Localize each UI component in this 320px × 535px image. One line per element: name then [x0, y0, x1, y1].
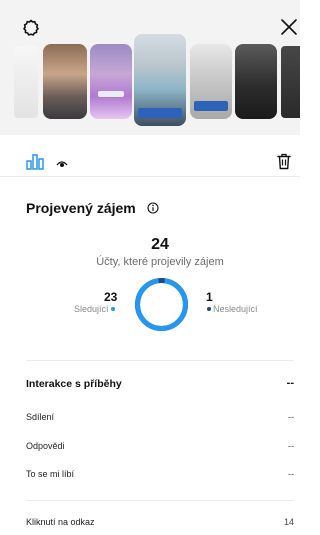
link-clicks-value: 14 [283, 517, 294, 527]
eye-icon[interactable] [56, 156, 68, 167]
nonfollowers-count: 1 [206, 290, 213, 304]
interaction-row-value: -- [288, 469, 294, 479]
interactions-title: Interakce s příběhy [26, 378, 122, 390]
info-icon[interactable] [147, 201, 159, 214]
story-thumbnail-strip [0, 0, 300, 135]
nonfollowers-label: Nesledující [213, 304, 258, 314]
story-thumbnail-0[interactable] [14, 46, 38, 118]
nonfollowers-legend-dot [207, 307, 211, 311]
section-divider [26, 360, 294, 361]
followers-legend-dot [111, 307, 115, 311]
story-thumbnail-6[interactable] [281, 46, 300, 118]
link-clicks-label: Kliknutí na odkaz [26, 517, 95, 527]
story-caption-block [98, 91, 124, 97]
interactions-title-value: -- [286, 377, 294, 389]
story-toolbar [0, 147, 300, 177]
followers-donut-chart [134, 277, 189, 332]
section-title-interest: Projevený zájem [26, 200, 136, 216]
story-thumbnail-2[interactable] [90, 44, 132, 119]
story-thumbnail-5[interactable] [235, 44, 277, 119]
interaction-row-value: -- [288, 412, 294, 422]
story-thumbnail-3[interactable] [134, 34, 186, 126]
trash-icon[interactable] [277, 153, 291, 170]
section-divider [26, 500, 294, 501]
settings-icon[interactable] [22, 19, 40, 37]
close-icon[interactable] [280, 18, 298, 36]
donut-followers-arc [135, 278, 188, 331]
story-caption-block [138, 108, 182, 118]
story-thumbnail-1[interactable] [43, 44, 87, 119]
story-caption-block [194, 101, 228, 111]
interaction-row-value: -- [288, 441, 294, 451]
interest-total-label: Účty, které projevily zájem [96, 256, 224, 268]
story-thumbnail-4[interactable] [190, 44, 232, 119]
interaction-row-label: Sdílení [26, 412, 55, 422]
interaction-row-label: Odpovědi [26, 441, 65, 451]
bar-chart-icon[interactable] [26, 154, 44, 170]
followers-label: Sledující [74, 304, 109, 314]
interaction-row-label: To se mi líbí [26, 469, 75, 479]
interest-total-count: 24 [151, 236, 169, 253]
followers-count: 23 [104, 290, 118, 304]
